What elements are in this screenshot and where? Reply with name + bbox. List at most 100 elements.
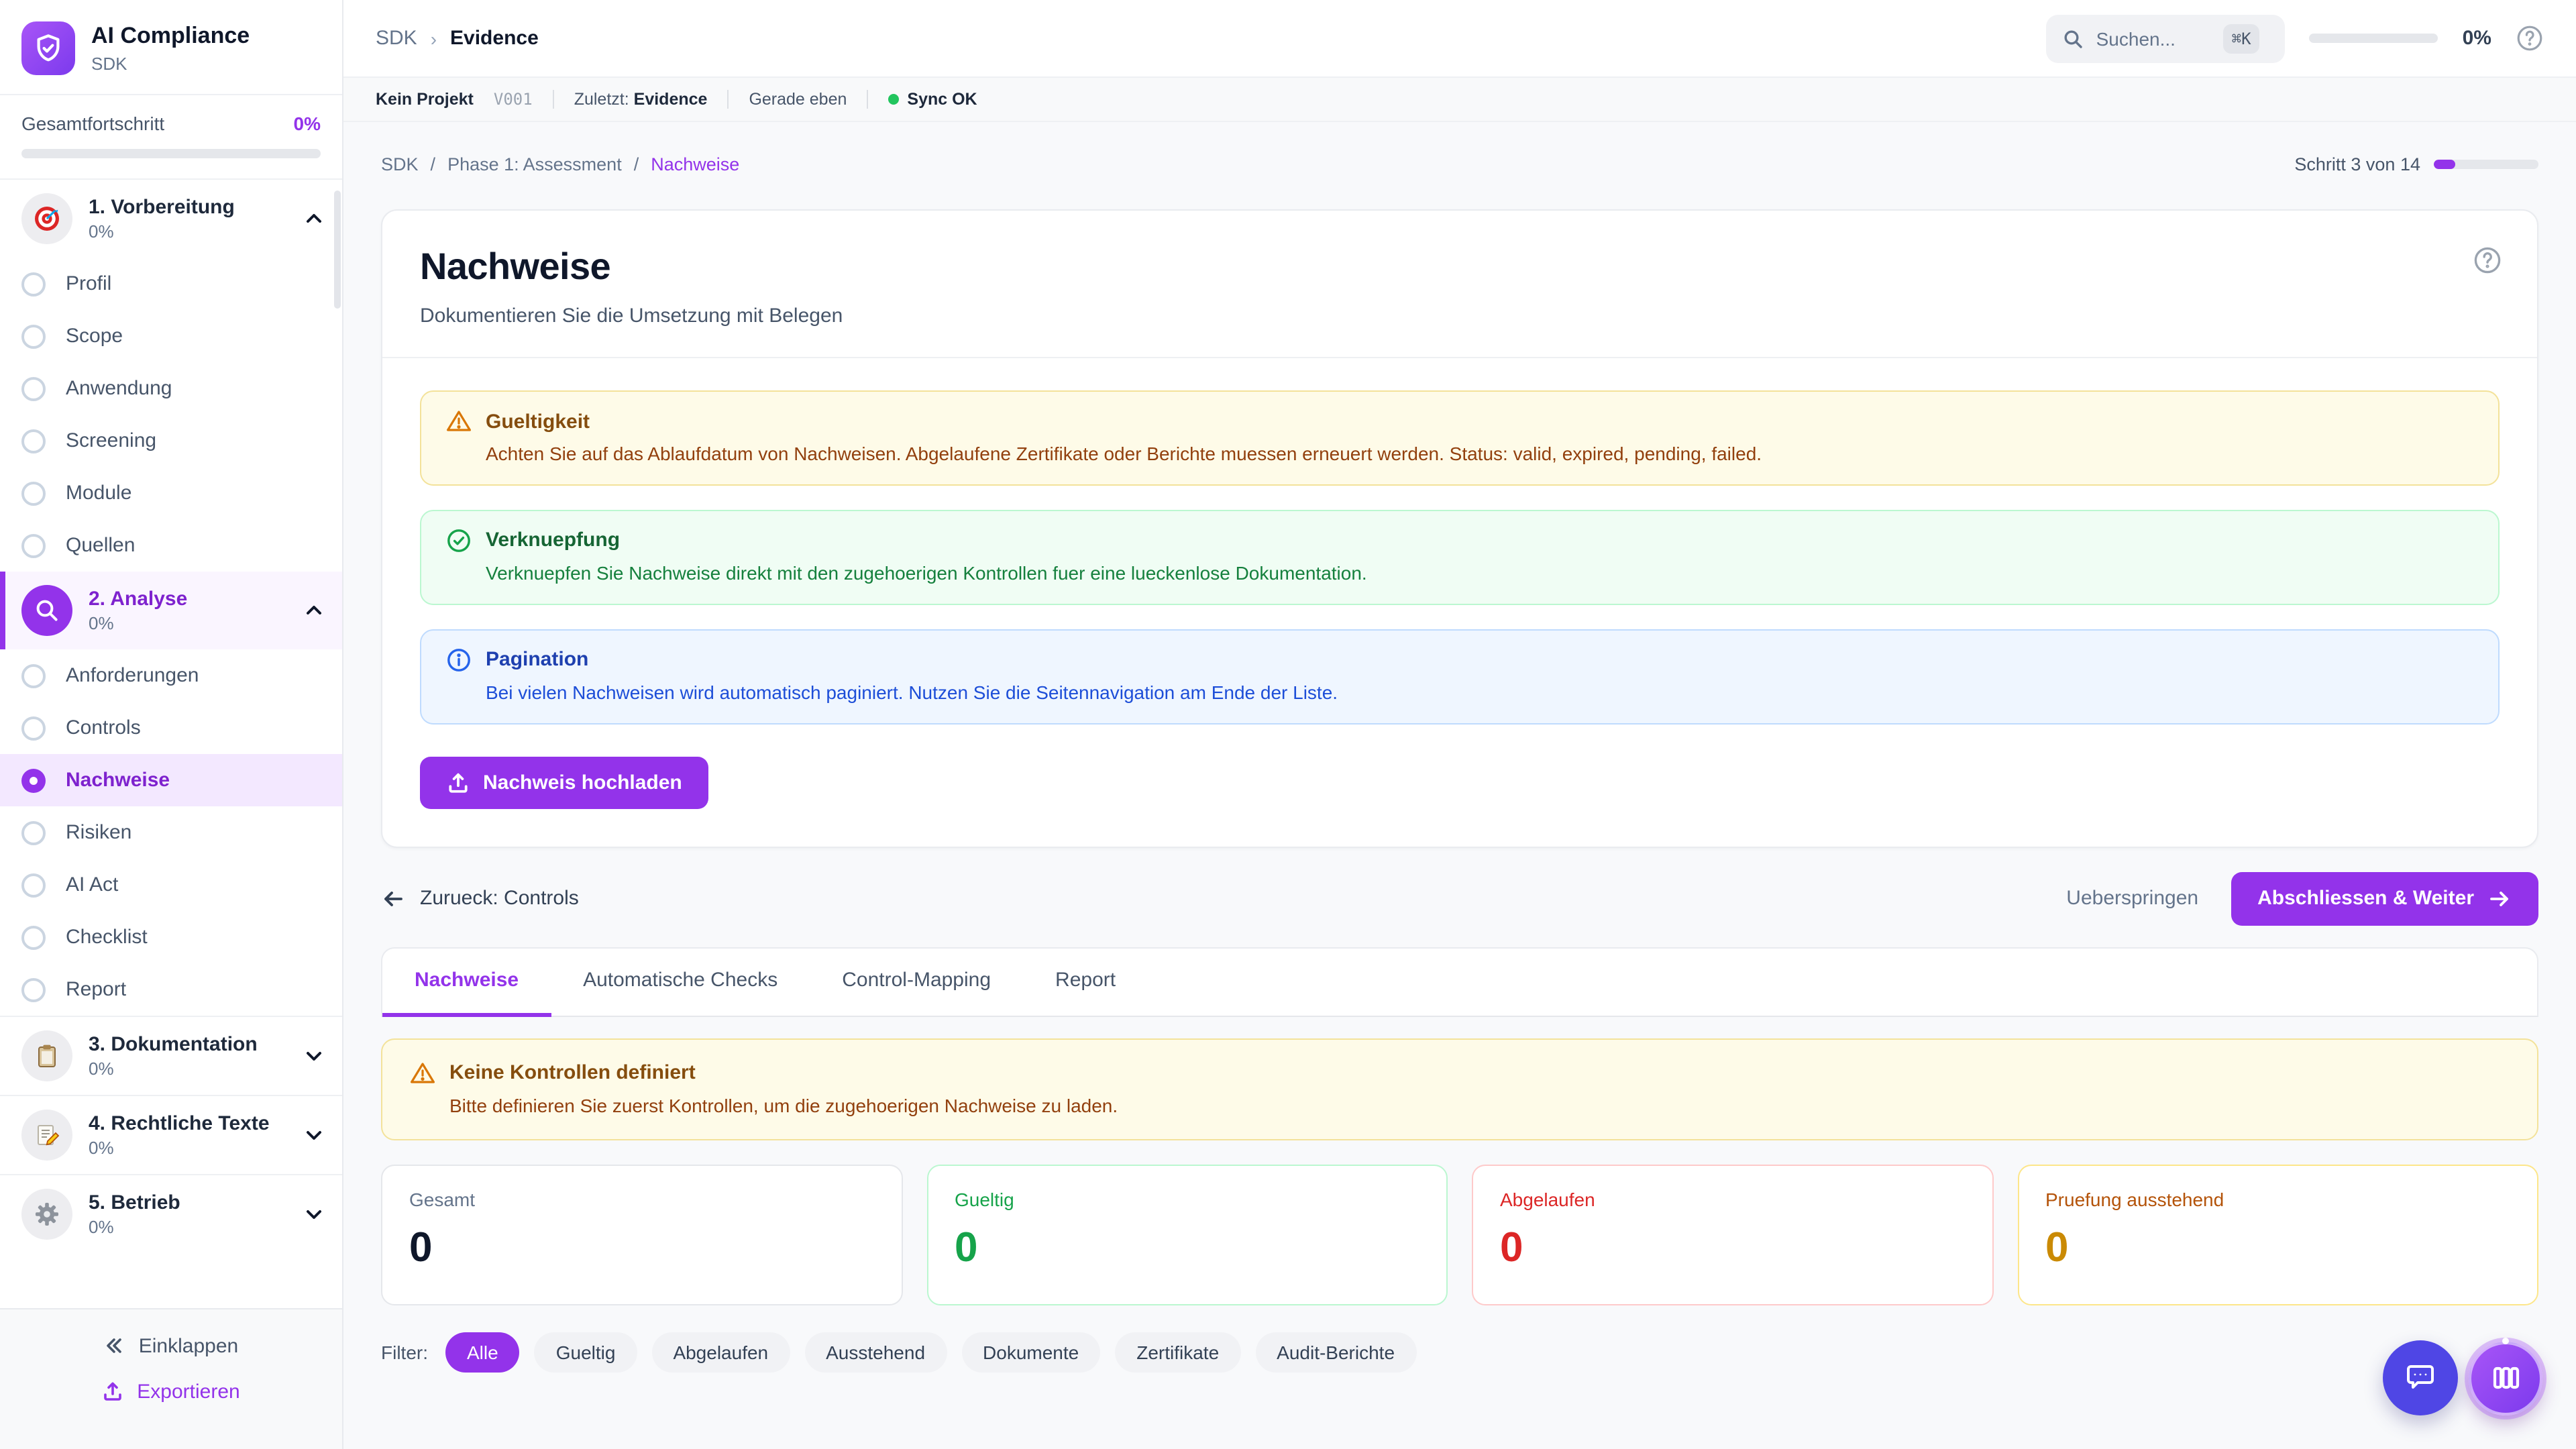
- page-content: SDK / Phase 1: Assessment / Nachweise Sc…: [343, 122, 2576, 1449]
- radio-icon: [21, 925, 46, 949]
- board-columns-fab[interactable]: [2469, 1341, 2542, 1415]
- filter-chip-audit-berichte[interactable]: Audit-Berichte: [1255, 1332, 1416, 1372]
- tab-nachweise[interactable]: Nachweise: [382, 948, 551, 1016]
- crumb-phase[interactable]: Phase 1: Assessment: [447, 154, 622, 174]
- sidebar-header: AI Compliance SDK: [0, 0, 342, 95]
- infobox-body: Achten Sie auf das Ablaufdatum von Nachw…: [445, 441, 2474, 467]
- back-button[interactable]: Zurueck: Controls: [381, 886, 579, 910]
- magnifier-icon: [21, 585, 72, 636]
- radio-icon: [21, 272, 46, 296]
- page-breadcrumb: SDK / Phase 1: Assessment / Nachweise: [381, 154, 739, 174]
- chat-fab[interactable]: [2383, 1340, 2458, 1415]
- app-name: AI Compliance: [91, 23, 250, 51]
- radio-icon: [21, 429, 46, 453]
- infobox-verknuepfung: Verknuepfung Verknuepfen Sie Nachweise d…: [420, 510, 2500, 605]
- sidebar-item-quellen[interactable]: Quellen: [0, 519, 342, 572]
- skip-button[interactable]: Ueberspringen: [2066, 887, 2198, 910]
- export-button[interactable]: Exportieren: [0, 1368, 342, 1414]
- radio-selected-icon: [21, 768, 46, 792]
- info-circle-icon: [445, 647, 472, 674]
- sidebar-item-anwendung[interactable]: Anwendung: [0, 362, 342, 415]
- sidebar-item-profil[interactable]: Profil: [0, 258, 342, 310]
- breadcrumb-separator: ›: [431, 28, 437, 49]
- section-label: 2. Analyse: [89, 587, 288, 612]
- section-label: 1. Vorbereitung: [89, 195, 288, 221]
- gear-icon: [21, 1189, 72, 1240]
- filter-chip-abgelaufen[interactable]: Abgelaufen: [651, 1332, 790, 1372]
- upload-icon: [102, 1381, 123, 1402]
- search-input[interactable]: [2096, 28, 2212, 49]
- arrow-right-icon: [2487, 886, 2512, 910]
- stats-row: Gesamt 0 Gueltig 0 Abgelaufen 0 Pruefung…: [381, 1164, 2538, 1305]
- chevron-up-icon: [305, 209, 323, 228]
- sidebar-item-screening[interactable]: Screening: [0, 415, 342, 467]
- crumb-sdk[interactable]: SDK: [381, 154, 419, 174]
- card-help-icon[interactable]: [2473, 246, 2502, 275]
- section-progress: 0%: [89, 1138, 288, 1159]
- help-icon[interactable]: [2516, 24, 2544, 52]
- radio-icon: [21, 376, 46, 400]
- last-visited: Zuletzt: Evidence: [574, 90, 708, 109]
- sidebar-item-anforderungen[interactable]: Anforderungen: [0, 649, 342, 702]
- double-chevron-left-icon: [104, 1335, 125, 1356]
- tab-control-mapping[interactable]: Control-Mapping: [810, 948, 1023, 1016]
- infobox-body: Verknuepfen Sie Nachweise direkt mit den…: [445, 561, 2474, 586]
- search-box[interactable]: ⌘K: [2047, 14, 2286, 62]
- version-badge: V001: [494, 90, 533, 109]
- arrow-left-icon: [381, 886, 405, 910]
- overall-progress-bar: [21, 149, 321, 158]
- collapse-sidebar-button[interactable]: Einklappen: [0, 1323, 342, 1368]
- complete-next-button[interactable]: Abschliessen & Weiter: [2231, 871, 2538, 925]
- sidebar-section-dokumentation[interactable]: 3. Dokumentation 0%: [0, 1017, 342, 1095]
- sidebar-item-checklist[interactable]: Checklist: [0, 911, 342, 963]
- card-body: Gueltigkeit Achten Sie auf das Ablaufdat…: [382, 358, 2537, 846]
- infobox-title: Verknuepfung: [486, 529, 620, 552]
- filter-chip-gueltig[interactable]: Gueltig: [535, 1332, 637, 1372]
- card-header: Nachweise Dokumentieren Sie die Umsetzun…: [382, 211, 2537, 358]
- sidebar-section-vorbereitung[interactable]: 1. Vorbereitung 0%: [0, 180, 342, 258]
- nachweise-card: Nachweise Dokumentieren Sie die Umsetzun…: [381, 209, 2538, 847]
- sidebar-section-rechtliche-texte[interactable]: 4. Rechtliche Texte 0%: [0, 1096, 342, 1174]
- overall-progress-value: 0%: [294, 113, 321, 134]
- warning-triangle-icon: [445, 408, 472, 435]
- app-window: AI Compliance SDK Gesamtfortschritt 0% 1…: [0, 0, 2576, 1449]
- sidebar-nav: 1. Vorbereitung 0% Profil Scope Anwendun…: [0, 180, 342, 1308]
- search-shortcut-badge: ⌘K: [2224, 23, 2259, 53]
- sidebar-section-analyse[interactable]: 2. Analyse 0%: [0, 572, 342, 649]
- filter-chip-ausstehend[interactable]: Ausstehend: [804, 1332, 947, 1372]
- main-area: SDK › Evidence ⌘K 0% Kein: [343, 0, 2576, 1449]
- wizard-nav-row: Zurueck: Controls Ueberspringen Abschlie…: [381, 871, 2538, 925]
- sidebar-item-scope[interactable]: Scope: [0, 310, 342, 362]
- chevron-down-icon: [305, 1126, 323, 1144]
- sidebar-item-module[interactable]: Module: [0, 467, 342, 519]
- crumb-current: Nachweise: [651, 154, 739, 174]
- filter-chip-alle[interactable]: Alle: [445, 1332, 520, 1372]
- filter-chip-zertifikate[interactable]: Zertifikate: [1115, 1332, 1240, 1372]
- sidebar-item-ai-act[interactable]: AI Act: [0, 859, 342, 911]
- sidebar-footer: Einklappen Exportieren: [0, 1308, 342, 1449]
- sidebar-item-report[interactable]: Report: [0, 963, 342, 1016]
- chevron-down-icon: [305, 1046, 323, 1065]
- check-circle-icon: [445, 527, 472, 554]
- breadcrumb-root[interactable]: SDK: [376, 27, 417, 50]
- memo-pencil-icon: [21, 1110, 72, 1161]
- upload-evidence-button[interactable]: Nachweis hochladen: [420, 756, 709, 808]
- infobox-gueltigkeit: Gueltigkeit Achten Sie auf das Ablaufdat…: [420, 390, 2500, 486]
- filter-chip-dokumente[interactable]: Dokumente: [961, 1332, 1100, 1372]
- radio-icon: [21, 324, 46, 348]
- sidebar-item-controls[interactable]: Controls: [0, 702, 342, 754]
- step-progress-bar: [2434, 160, 2538, 169]
- sidebar-scrollbar[interactable]: [334, 191, 341, 309]
- tab-report[interactable]: Report: [1023, 948, 1148, 1016]
- chat-bubble-icon: [2403, 1360, 2438, 1395]
- sidebar-item-nachweise[interactable]: Nachweise: [0, 754, 342, 806]
- section-progress: 0%: [89, 1218, 288, 1238]
- radio-icon: [21, 977, 46, 1002]
- sync-status: Sync OK: [888, 90, 977, 109]
- target-icon: [21, 193, 72, 244]
- status-bar: Kein Projekt V001 Zuletzt: Evidence Gera…: [343, 78, 2576, 122]
- sidebar-section-betrieb[interactable]: 5. Betrieb 0%: [0, 1175, 342, 1253]
- sidebar-item-risiken[interactable]: Risiken: [0, 806, 342, 859]
- overall-progress: Gesamtfortschritt 0%: [0, 95, 342, 180]
- tab-automatische-checks[interactable]: Automatische Checks: [551, 948, 810, 1016]
